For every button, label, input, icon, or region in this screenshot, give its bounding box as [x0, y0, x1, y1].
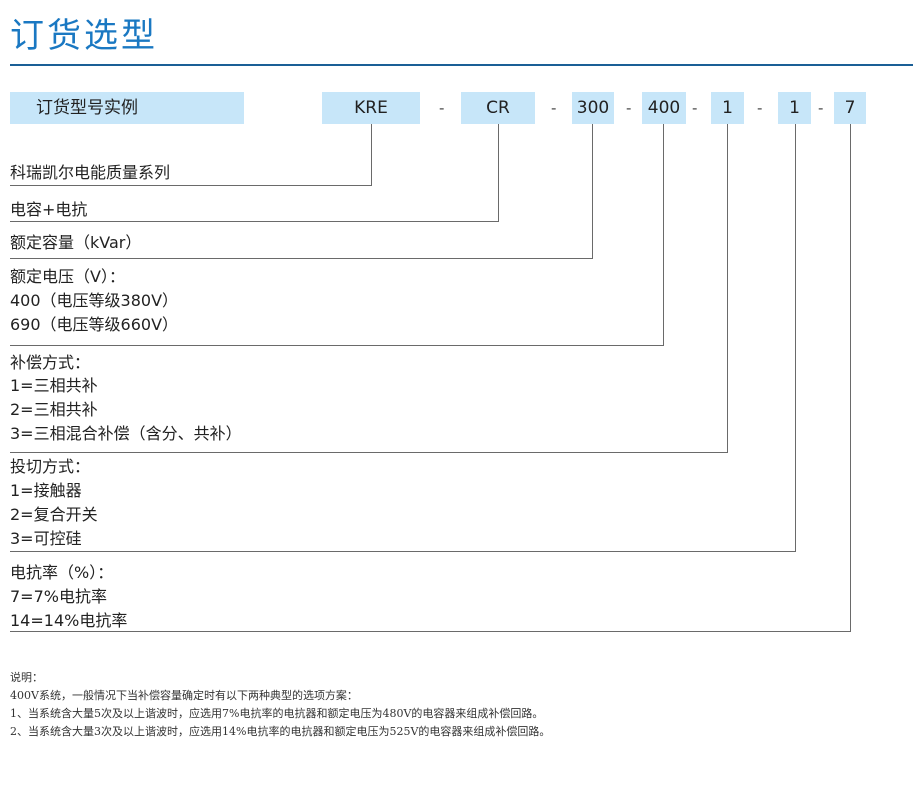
reactance-option: 7=7%电抗率: [10, 587, 107, 606]
notes-line: 2、当系统含大量3次及以上谐波时，应选用14%电抗率的电抗器和额定电压为525V…: [10, 725, 551, 738]
connector-horizontal: [10, 551, 796, 552]
reactance-heading: 电抗率（%）：: [10, 563, 114, 582]
code-part-reactance: 7: [834, 92, 866, 124]
code-part-compensation: 1: [711, 92, 744, 124]
voltage-option: 690（电压等级660V）: [10, 315, 179, 334]
reactance-option: 14=14%电抗率: [10, 611, 128, 630]
notes-heading: 说明：: [10, 671, 43, 684]
connector-vertical: [592, 124, 593, 259]
code-part-voltage: 400: [642, 92, 686, 124]
connector-vertical: [663, 124, 664, 346]
example-label-box: 订货型号实例: [10, 92, 244, 124]
code-part-capacity: 300: [572, 92, 614, 124]
notes-line: 1、当系统含大量5次及以上谐波时，应选用7%电抗率的电抗器和额定电压为480V的…: [10, 707, 544, 720]
separator: -: [626, 99, 632, 117]
capacity-label: 额定容量（kVar）: [10, 233, 142, 252]
compensation-option: 1=三相共补: [10, 376, 98, 395]
page-title: 订货选型: [10, 16, 158, 56]
connector-vertical: [498, 124, 499, 222]
connector-vertical: [727, 124, 728, 453]
compensation-option: 3=三相混合补偿（含分、共补）: [10, 424, 242, 443]
notes-block: 说明： 400V系统，一般情况下当补偿容量确定时有以下两种典型的选项方案： 1、…: [10, 669, 550, 741]
switching-option: 2=复合开关: [10, 505, 98, 524]
connector-horizontal: [10, 452, 728, 453]
connector-vertical: [850, 124, 851, 632]
code-part-switching: 1: [778, 92, 811, 124]
type-label: 电容+电抗: [10, 200, 88, 219]
compensation-heading: 补偿方式：: [10, 353, 91, 372]
title-divider: [10, 64, 913, 66]
notes-line: 400V系统，一般情况下当补偿容量确定时有以下两种典型的选项方案：: [10, 689, 358, 702]
switching-option: 3=可控硅: [10, 529, 82, 548]
separator: -: [818, 99, 824, 117]
voltage-heading: 额定电压（V）：: [10, 267, 125, 286]
switching-option: 1=接触器: [10, 481, 82, 500]
connector-horizontal: [10, 258, 593, 259]
compensation-option: 2=三相共补: [10, 400, 98, 419]
code-part-series: KRE: [322, 92, 420, 124]
separator: -: [692, 99, 698, 117]
connector-horizontal: [10, 345, 664, 346]
connector-vertical: [371, 124, 372, 186]
code-part-type: CR: [461, 92, 535, 124]
separator: -: [439, 99, 445, 117]
connector-vertical: [795, 124, 796, 552]
connector-horizontal: [10, 185, 372, 186]
separator: -: [757, 99, 763, 117]
switching-heading: 投切方式：: [10, 457, 91, 476]
voltage-option: 400（电压等级380V）: [10, 291, 179, 310]
series-label: 科瑞凯尔电能质量系列: [10, 163, 171, 182]
separator: -: [551, 99, 557, 117]
connector-horizontal: [10, 631, 851, 632]
